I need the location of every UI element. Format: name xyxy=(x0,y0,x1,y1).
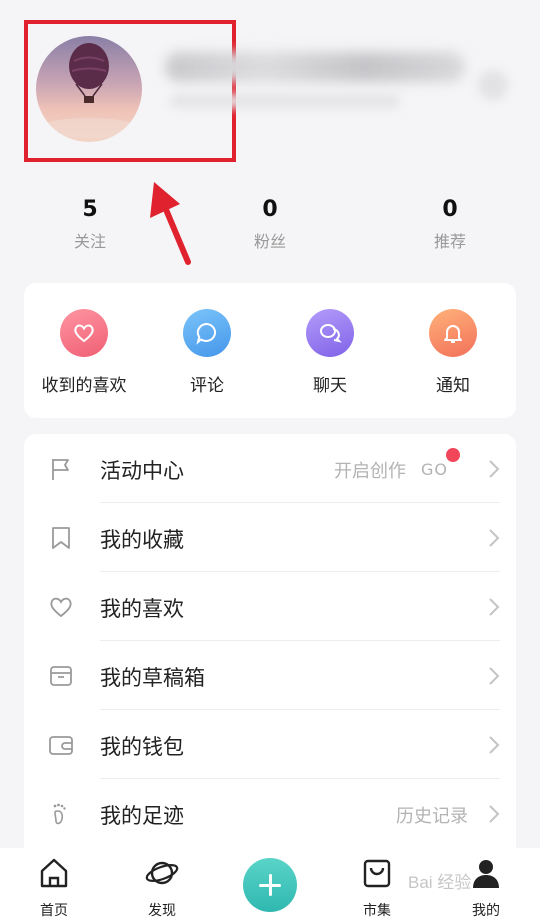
tab-label: 首页 xyxy=(40,903,68,919)
chevron-right-icon xyxy=(489,736,500,754)
menu-item-label: 我的收藏 xyxy=(100,528,184,552)
bookmark-icon xyxy=(52,527,70,549)
action-label: 评论 xyxy=(190,376,224,396)
stats-bar: 5 关注 0 粉丝 0 推荐 xyxy=(0,196,540,256)
tab-home[interactable]: 首页 xyxy=(14,856,94,920)
menu-item-label: 我的草稿箱 xyxy=(100,666,205,690)
heart-outline-icon xyxy=(50,597,72,618)
chat-icon xyxy=(306,309,354,357)
stat-value: 5 xyxy=(82,197,98,222)
watermark: Bai 经验 xyxy=(408,873,472,892)
menu-item-wallet[interactable]: 我的钱包 xyxy=(24,710,516,779)
action-chat[interactable]: 聊天 xyxy=(270,309,390,396)
menu-list: 活动中心 开启创作 GO 我的收藏 我的喜欢 我的草稿箱 我的钱包 我的足迹 历… xyxy=(24,434,516,854)
menu-item-favorites[interactable]: 我的收藏 xyxy=(24,503,516,572)
stat-fans[interactable]: 0 粉丝 xyxy=(210,196,330,252)
stat-following[interactable]: 5 关注 xyxy=(30,196,150,252)
tab-label: 市集 xyxy=(363,903,391,919)
stat-label: 粉丝 xyxy=(253,232,286,251)
menu-item-footprints[interactable]: 我的足迹 历史记录 xyxy=(24,779,516,848)
shopping-bag-icon xyxy=(363,859,391,888)
menu-item-hint: 开启创作 xyxy=(334,461,406,482)
drafts-box-icon xyxy=(50,666,72,686)
menu-item-activity-center[interactable]: 活动中心 开启创作 GO xyxy=(24,434,516,503)
chevron-right-icon xyxy=(489,805,500,823)
avatar-highlight-box xyxy=(24,20,236,162)
menu-item-label: 我的足迹 xyxy=(100,804,184,828)
create-post-button[interactable] xyxy=(243,858,297,912)
flag-icon xyxy=(52,459,69,480)
wallet-icon xyxy=(49,736,73,755)
comment-icon xyxy=(183,309,231,357)
profile-icon xyxy=(473,860,499,888)
stat-value: 0 xyxy=(442,197,458,222)
action-received-likes[interactable]: 收到的喜欢 xyxy=(24,309,144,396)
menu-item-label: 我的钱包 xyxy=(100,735,184,759)
footprint-icon xyxy=(53,803,66,825)
menu-item-hint: 历史记录 xyxy=(396,806,468,827)
tab-market[interactable]: 市集 xyxy=(337,856,417,920)
stat-recommend[interactable]: 0 推荐 xyxy=(390,196,510,252)
action-notifications[interactable]: 通知 xyxy=(393,309,513,396)
user-subtitle-blurred xyxy=(170,94,400,108)
bell-icon xyxy=(429,309,477,357)
notification-dot xyxy=(446,448,460,462)
chevron-right-icon xyxy=(489,460,500,478)
tab-label: 发现 xyxy=(148,903,176,919)
planet-icon xyxy=(145,861,179,885)
action-comments[interactable]: 评论 xyxy=(147,309,267,396)
go-badge: GO xyxy=(421,460,448,479)
action-label: 聊天 xyxy=(313,376,347,396)
stat-label: 关注 xyxy=(73,232,106,251)
stat-value: 0 xyxy=(262,197,278,222)
username-blurred xyxy=(165,52,465,82)
action-label: 通知 xyxy=(436,376,470,396)
menu-item-label: 我的喜欢 xyxy=(100,597,184,621)
chevron-right-icon xyxy=(489,667,500,685)
chevron-right-icon xyxy=(489,598,500,616)
home-icon xyxy=(40,858,68,888)
menu-item-drafts[interactable]: 我的草稿箱 xyxy=(24,641,516,710)
quick-actions-card: 收到的喜欢 评论 聊天 通知 xyxy=(24,283,516,418)
stat-label: 推荐 xyxy=(433,232,466,251)
menu-item-label: 活动中心 xyxy=(100,459,184,483)
action-label: 收到的喜欢 xyxy=(41,376,127,396)
chevron-right-icon xyxy=(489,529,500,547)
heart-icon xyxy=(60,309,108,357)
menu-item-likes[interactable]: 我的喜欢 xyxy=(24,572,516,641)
profile-header xyxy=(0,0,540,180)
tab-discover[interactable]: 发现 xyxy=(122,856,202,920)
tab-label: 我的 xyxy=(472,903,500,919)
profile-edit-blurred[interactable] xyxy=(478,70,508,100)
